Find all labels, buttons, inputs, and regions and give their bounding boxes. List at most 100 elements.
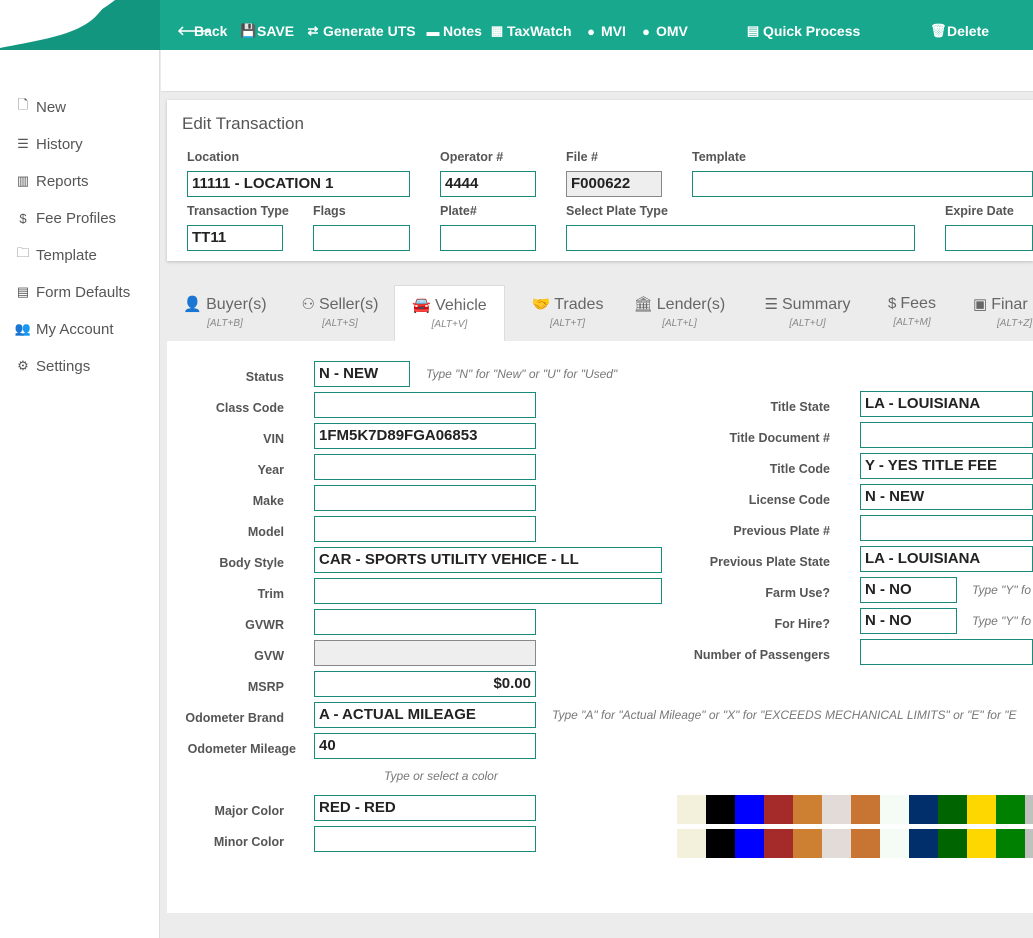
minor-color-swatch[interactable] — [764, 829, 793, 858]
major-color-swatch[interactable] — [1025, 795, 1033, 824]
sidebar-item-new[interactable]: 🗋 New — [14, 96, 66, 118]
minor-color-swatch[interactable] — [880, 829, 909, 858]
minor-color-input[interactable] — [314, 826, 536, 852]
body-style-label: Body Style — [219, 556, 284, 570]
passengers-label: Number of Passengers — [693, 648, 830, 662]
license-code-input[interactable]: N - NEW — [860, 484, 1033, 510]
tab-summary[interactable]: ☰ Summary [ALT+U] — [755, 285, 860, 341]
major-color-swatch[interactable] — [793, 795, 822, 824]
major-color-swatch[interactable] — [938, 795, 967, 824]
minor-color-swatch[interactable] — [706, 829, 735, 858]
mvi-button[interactable]: ● MVI — [584, 21, 626, 41]
omv-button[interactable]: ● OMV — [639, 21, 688, 41]
major-color-swatch[interactable] — [996, 795, 1025, 824]
gear-icon: ⚙ — [17, 358, 29, 373]
make-input[interactable] — [314, 485, 536, 511]
back-button[interactable]: 🡐 Back — [177, 21, 227, 41]
status-label: Status — [245, 370, 284, 384]
major-color-swatch[interactable] — [706, 795, 735, 824]
passengers-input[interactable] — [860, 639, 1033, 665]
flags-input[interactable] — [313, 225, 410, 251]
msrp-input[interactable]: $0.00 — [314, 671, 536, 697]
farm-use-input[interactable]: N - NO — [860, 577, 957, 603]
tab-trades[interactable]: 🤝 Trades [ALT+T] — [515, 285, 620, 341]
transaction-type-input[interactable]: TT11 — [187, 225, 283, 251]
minor-color-swatch[interactable] — [735, 829, 764, 858]
user-icon: 👤 — [183, 296, 203, 313]
title-code-input[interactable]: Y - YES TITLE FEE — [860, 453, 1033, 479]
title-document-input[interactable] — [860, 422, 1033, 448]
folder-icon: 🗀 — [16, 245, 30, 260]
sidebar-item-template[interactable]: 🗀 Template — [14, 244, 96, 266]
for-hire-hint: Type "Y" fo — [972, 614, 1031, 628]
tab-financing[interactable]: ▣ Finar [ALT+Z] — [969, 285, 1033, 341]
minor-color-swatch[interactable] — [677, 829, 706, 858]
tab-vehicle[interactable]: 🚘 Vehicle [ALT+V] — [394, 285, 505, 341]
template-input[interactable] — [692, 171, 1033, 197]
major-color-swatch[interactable] — [764, 795, 793, 824]
tab-sellers[interactable]: ⚇ Seller(s) [ALT+S] — [285, 285, 395, 341]
minor-color-swatch[interactable] — [909, 829, 938, 858]
major-color-swatch[interactable] — [677, 795, 706, 824]
expire-date-input[interactable] — [945, 225, 1033, 251]
sidebar-item-settings[interactable]: ⚙ Settings — [14, 355, 90, 377]
generate-uts-button[interactable]: ⇄ Generate UTS — [306, 21, 416, 41]
previous-plate-state-input[interactable]: LA - LOUISIANA — [860, 546, 1033, 572]
taxwatch-button[interactable]: ▦ TaxWatch — [490, 21, 572, 41]
odometer-brand-input[interactable]: A - ACTUAL MILEAGE — [314, 702, 536, 728]
notes-button[interactable]: ▬ Notes — [426, 21, 482, 41]
minor-color-swatch[interactable] — [822, 829, 851, 858]
previous-plate-input[interactable] — [860, 515, 1033, 541]
minor-color-swatch[interactable] — [996, 829, 1025, 858]
dollar-icon: $ — [19, 210, 27, 226]
major-color-swatch[interactable] — [735, 795, 764, 824]
location-input[interactable]: 11111 - LOCATION 1 — [187, 171, 410, 197]
model-label: Model — [247, 525, 284, 539]
sidebar-item-history[interactable]: ☰ History — [14, 133, 83, 155]
for-hire-input[interactable]: N - NO — [860, 608, 957, 634]
quick-process-button[interactable]: ▤ Quick Process — [746, 21, 860, 41]
gvwr-input[interactable] — [314, 609, 536, 635]
major-color-label: Major Color — [214, 804, 284, 818]
vin-input[interactable]: 1FM5K7D89FGA06853 — [314, 423, 536, 449]
year-label: Year — [257, 463, 284, 477]
plate-input[interactable] — [440, 225, 536, 251]
odometer-mileage-input[interactable]: 40 — [314, 733, 536, 759]
odometer-brand-label: Odometer Brand — [185, 711, 284, 725]
calculator-icon: ▦ — [490, 23, 504, 38]
delete-button[interactable]: 🗑 Delete — [930, 21, 989, 41]
sidebar-item-my-account[interactable]: 👥 My Account — [14, 318, 114, 340]
tab-lenders[interactable]: 🏛 Lender(s) [ALT+L] — [627, 285, 732, 341]
minor-color-swatch[interactable] — [967, 829, 996, 858]
body-style-input[interactable]: CAR - SPORTS UTILITY VEHICE - LL — [314, 547, 662, 573]
minor-color-swatch[interactable] — [1025, 829, 1033, 858]
major-color-input[interactable]: RED - RED — [314, 795, 536, 821]
operator-input[interactable]: 4444 — [440, 171, 536, 197]
major-color-swatch[interactable] — [822, 795, 851, 824]
trim-input[interactable] — [314, 578, 662, 604]
make-label: Make — [252, 494, 284, 508]
major-color-swatch[interactable] — [851, 795, 880, 824]
save-button[interactable]: 💾 SAVE — [240, 21, 294, 41]
status-hint: Type "N" for "New" or "U" for "Used" — [426, 367, 618, 381]
title-state-input[interactable]: LA - LOUISIANA — [860, 391, 1033, 417]
minor-color-swatch[interactable] — [793, 829, 822, 858]
tab-fees[interactable]: $ Fees [ALT+M] — [877, 285, 947, 341]
major-color-swatch[interactable] — [967, 795, 996, 824]
class-code-input[interactable] — [314, 392, 536, 418]
plate-type-label: Select Plate Type — [566, 204, 668, 218]
panel-title: Edit Transaction — [182, 114, 304, 133]
tab-buyers[interactable]: 👤 Buyer(s) [ALT+B] — [175, 285, 275, 341]
minor-color-swatch[interactable] — [851, 829, 880, 858]
major-color-swatch[interactable] — [880, 795, 909, 824]
major-color-swatch[interactable] — [909, 795, 938, 824]
exchange-icon: ⇄ — [307, 23, 319, 38]
sidebar-item-fee-profiles[interactable]: $ Fee Profiles — [14, 207, 116, 229]
model-input[interactable] — [314, 516, 536, 542]
sidebar-item-reports[interactable]: ▥ Reports — [14, 170, 89, 192]
year-input[interactable] — [314, 454, 536, 480]
minor-color-swatch[interactable] — [938, 829, 967, 858]
plate-type-select[interactable] — [566, 225, 915, 251]
sidebar-item-form-defaults[interactable]: ▤ Form Defaults — [14, 281, 130, 303]
status-input[interactable]: N - NEW — [314, 361, 410, 387]
